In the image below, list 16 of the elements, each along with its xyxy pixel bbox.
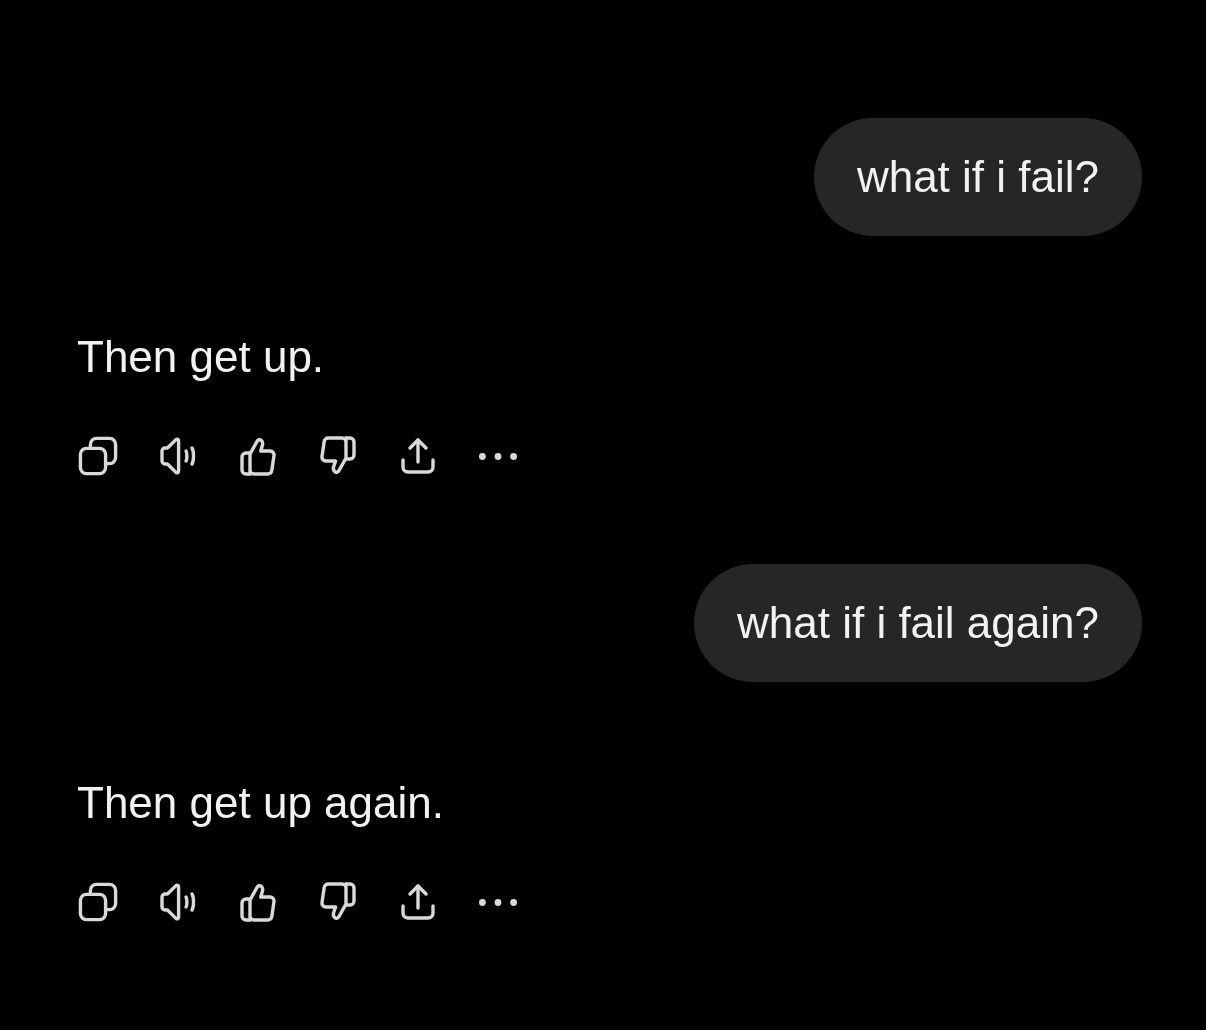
thumbs-up-icon (238, 882, 278, 922)
ellipsis-icon (479, 452, 517, 460)
assistant-reply-text: Then get up again. (77, 777, 444, 829)
thumbs-down-icon (318, 436, 358, 476)
assistant-reply-text: Then get up. (77, 331, 325, 383)
speaker-icon (158, 436, 198, 476)
thumbs-up-icon (238, 436, 278, 476)
share-icon (398, 882, 438, 922)
share-icon (398, 436, 438, 476)
user-message-bubble: what if i fail? (813, 118, 1142, 236)
user-message-bubble: what if i fail again? (694, 564, 1142, 682)
copy-icon (78, 882, 118, 922)
speaker-icon (158, 882, 198, 922)
copy-icon (78, 436, 118, 476)
ellipsis-icon (479, 898, 517, 906)
thumbs-down-icon (318, 882, 358, 922)
